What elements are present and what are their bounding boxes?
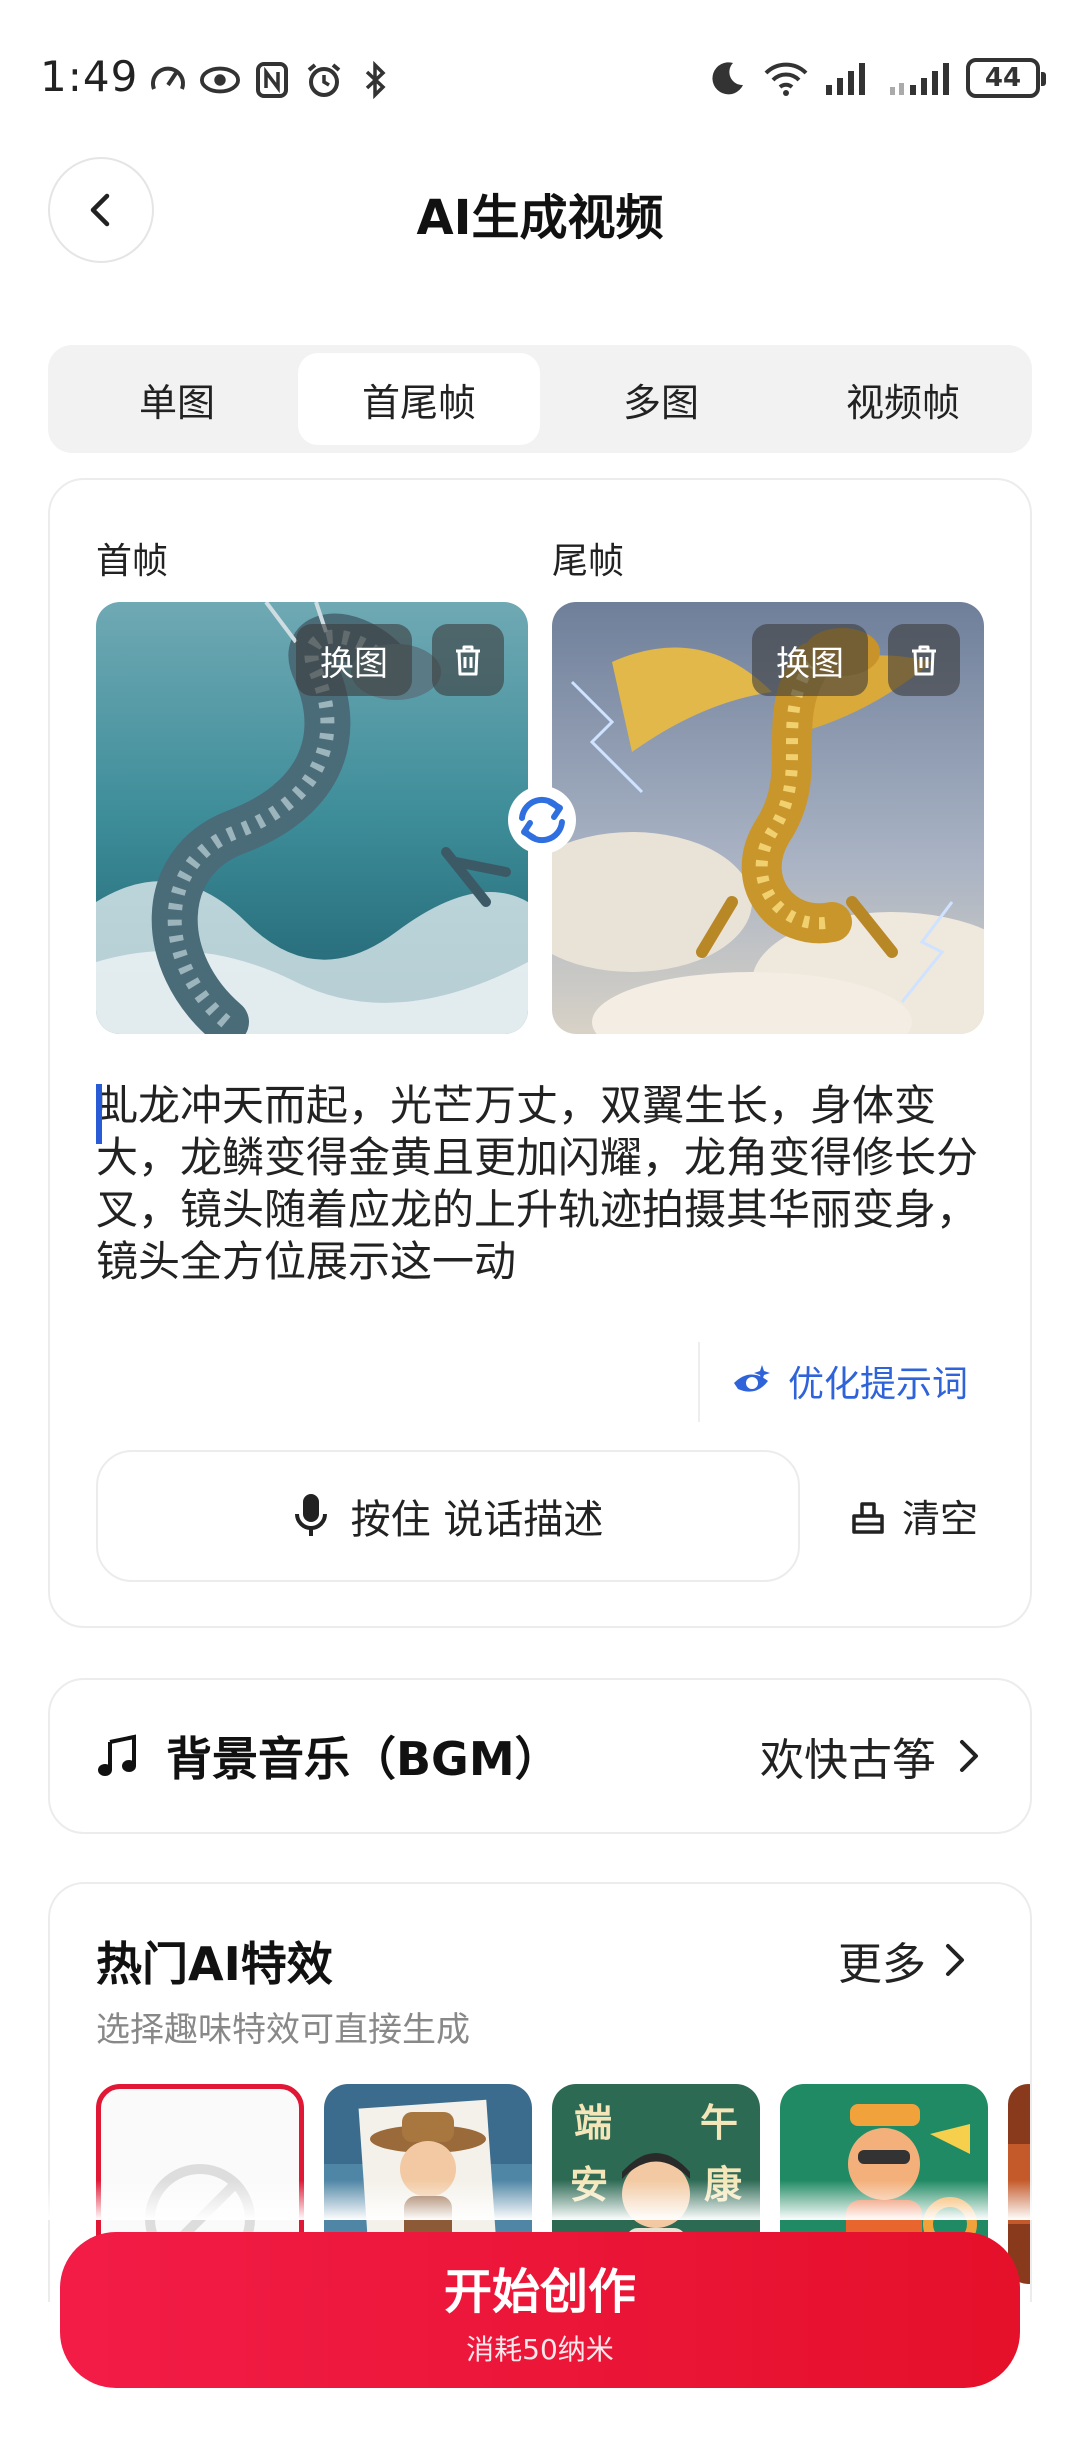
tab-video-frame[interactable]: 视频帧 xyxy=(782,353,1024,445)
trash-icon xyxy=(456,645,480,676)
page-title: AI生成视频 xyxy=(416,190,664,246)
tab-multi-image[interactable]: 多图 xyxy=(540,353,782,445)
frames-card: 首帧 尾帧 换图 换图 虬龙冲天而起，光芒万丈，双翼生长，身体变大，龙鳞变得金黄… xyxy=(48,478,1032,1628)
signal-2-icon xyxy=(888,58,952,98)
bgm-row[interactable]: 背景音乐（BGM） 欢快古筝 xyxy=(48,1678,1032,1834)
divider xyxy=(698,1342,700,1422)
eye-icon xyxy=(200,60,240,100)
effects-subtitle: 选择趣味特效可直接生成 xyxy=(96,2010,470,2050)
first-frame-label: 首帧 xyxy=(96,541,169,582)
mode-tabs: 单图 首尾帧 多图 视频帧 xyxy=(48,345,1032,453)
effects-more-label: 更多 xyxy=(838,1939,926,1990)
signal-icon xyxy=(824,58,874,98)
tab-single-image[interactable]: 单图 xyxy=(56,353,298,445)
swap-icon xyxy=(508,786,576,854)
effects-more-button[interactable]: 更多 xyxy=(838,1928,970,1992)
last-frame-delete-button[interactable] xyxy=(888,624,960,696)
eraser-icon xyxy=(852,1501,884,1534)
last-frame-image[interactable]: 换图 xyxy=(552,602,984,1034)
moon-icon xyxy=(708,58,748,98)
thumb-char-1: 端 xyxy=(574,2100,613,2145)
tab-first-last-frame[interactable]: 首尾帧 xyxy=(298,353,540,445)
chevron-right-icon xyxy=(960,1740,978,1772)
bgm-title: 背景音乐（BGM） xyxy=(166,1732,561,1786)
first-frame-delete-button[interactable] xyxy=(432,624,504,696)
music-note-icon xyxy=(98,1734,136,1776)
first-frame-replace-button[interactable]: 换图 xyxy=(296,624,412,696)
swap-frames-button[interactable] xyxy=(506,784,578,856)
magic-eye-icon xyxy=(734,1365,770,1392)
alarm-icon xyxy=(304,60,344,100)
voice-input-button[interactable]: 按住 说话描述 xyxy=(96,1450,800,1582)
speed-icon xyxy=(148,60,188,100)
last-frame-replace-button[interactable]: 换图 xyxy=(752,624,868,696)
clear-label: 清空 xyxy=(902,1497,979,1541)
trash-icon xyxy=(912,645,936,676)
nfc-icon xyxy=(252,60,292,100)
status-icons-left xyxy=(148,60,396,100)
battery-level: 44 xyxy=(984,63,1022,93)
bgm-value: 欢快古筝 xyxy=(760,1735,936,1786)
battery-indicator: 44 xyxy=(966,58,1046,98)
status-time: 1:49 xyxy=(40,52,139,101)
status-bar: 1:49 44 xyxy=(0,0,1080,160)
thumb-char-2: 午 xyxy=(699,2100,738,2145)
bluetooth-icon xyxy=(356,60,396,100)
clear-button[interactable]: 清空 xyxy=(848,1488,978,1543)
text-cursor xyxy=(96,1084,102,1144)
wifi-icon xyxy=(762,58,810,98)
last-frame-label: 尾帧 xyxy=(552,541,625,582)
microphone-icon xyxy=(294,1494,327,1536)
bottom-fade xyxy=(0,2180,1080,2220)
chevron-right-icon xyxy=(946,1944,964,1976)
optimize-prompt-button[interactable]: 优化提示词 xyxy=(730,1355,968,1407)
start-create-cost: 消耗50纳米 xyxy=(466,2333,614,2366)
start-create-button[interactable]: 开始创作 消耗50纳米 xyxy=(60,2232,1020,2388)
prompt-input[interactable]: 虬龙冲天而起，光芒万丈，双翼生长，身体变大，龙鳞变得金黄且更加闪耀，龙角变得修长… xyxy=(96,1080,996,1290)
first-frame-image[interactable]: 换图 xyxy=(96,602,528,1034)
optimize-prompt-label: 优化提示词 xyxy=(788,1364,969,1405)
voice-input-label: 按住 说话描述 xyxy=(350,1497,604,1543)
start-create-label: 开始创作 xyxy=(443,2264,636,2320)
effects-title: 热门AI特效 xyxy=(96,1937,333,1991)
status-icons-right: 44 xyxy=(708,58,1046,98)
